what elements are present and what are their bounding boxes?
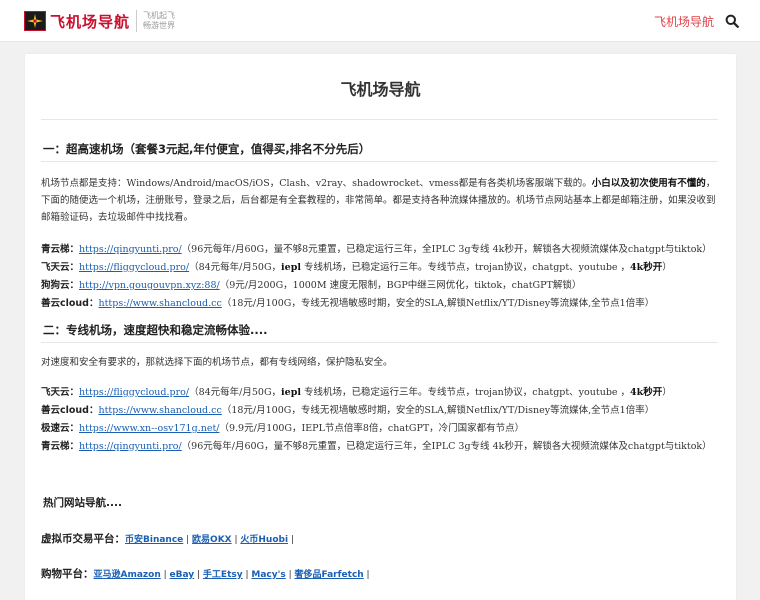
shopping-platforms: 购物平台：亚马逊Amazon | eBay | 手工Etsy | Macy's … [41, 568, 370, 580]
airport-desc: （96元每年/月60G，量不够8元重置，已稳定运行三年，全IPLC 3g专线 4… [181, 244, 712, 255]
section1-text-bold: 小白以及初次使用有不懂的 [591, 178, 706, 189]
link-binance[interactable]: 币安Binance [125, 535, 183, 545]
airport-desc: ） [662, 262, 672, 273]
airport-link[interactable]: https://fliggycloud.pro/ [79, 387, 189, 398]
airport-desc: 专线机场，已稳定运行三年。专线节点，trojan协议，chatgpt、youtu… [300, 262, 631, 273]
airport-link[interactable]: https://www.shancloud.cc [98, 298, 221, 309]
section1-description: 机场节点都是支持：Windows/Android/macOS/iOS，Clash… [41, 175, 721, 226]
page-title: 飞机场导航 [340, 80, 421, 99]
crypto-platforms: 虚拟币交易平台：币安Binance | 欧易OKX | 火币Huobi | [41, 533, 294, 545]
section1-text-a: 机场节点都是支持：Windows/Android/macOS/iOS，Clash… [41, 178, 592, 189]
logo-tagline-line2: 畅游世界 [143, 21, 176, 30]
divider [41, 119, 718, 120]
link-etsy[interactable]: 手工Etsy [203, 570, 243, 580]
link-farfetch[interactable]: 奢侈品Farfetch [294, 570, 363, 580]
plane-logo-icon [24, 11, 46, 31]
airport-name: 善云cloud： [41, 298, 99, 309]
section1-heading: 一：超高速机场（套餐3元起,年付便宜，值得买,排名不分先后） [43, 142, 371, 156]
airport-desc: （9.9元/月100G，IEPL节点倍率8倍，chatGPT，冷门国家都有节点） [219, 423, 525, 434]
airport-desc: 专线机场，已稳定运行三年。专线节点，trojan协议，chatgpt、youtu… [300, 387, 631, 398]
link-amazon[interactable]: 亚马逊Amazon [94, 570, 161, 580]
logo-tagline-line1: 飞机起飞 [143, 11, 176, 20]
airport-desc-bold: iepl [281, 262, 301, 273]
logo-tagline: 飞机起飞 畅游世界 [143, 11, 175, 31]
link-macys[interactable]: Macy's [251, 570, 285, 580]
airport-name: 青云梯： [41, 441, 80, 452]
section3-heading: 热门网站导航.... [43, 497, 122, 509]
section2-description: 对速度和安全有要求的，那就选择下面的机场节点，都有专线网络，保护隐私安全。 [41, 357, 393, 368]
search-icon[interactable] [725, 14, 739, 28]
logo-title: 飞机场导航 [50, 12, 131, 31]
content-card: 飞机场导航 一：超高速机场（套餐3元起,年付便宜，值得买,排名不分先后） 机场节… [25, 54, 736, 600]
site-logo[interactable]: 飞机场导航 飞机起飞 畅游世界 [24, 10, 175, 32]
airport-desc: ） [662, 387, 672, 398]
airport-desc-bold: iepl [281, 387, 301, 398]
airport-desc: （84元每年/月50G， [189, 387, 282, 398]
list-item: 青云梯：https://qingyunti.pro/（96元每年/月60G，量不… [41, 241, 731, 255]
airport-name: 极速云： [41, 423, 80, 434]
divider [41, 161, 718, 162]
list-item: 飞天云：https://fliggycloud.pro/（84元每年/月50G，… [41, 259, 731, 273]
nav-link-home[interactable]: 飞机场导航 [654, 13, 714, 30]
airport-desc: （96元每年/月60G，量不够8元重置，已稳定运行三年，全IPLC 3g专线 4… [181, 441, 712, 452]
airport-link[interactable]: https://qingyunti.pro/ [79, 244, 182, 255]
airport-desc: （84元每年/月50G， [189, 262, 282, 273]
logo-divider [136, 10, 138, 32]
list-item: 青云梯：https://qingyunti.pro/（96元每年/月60G，量不… [41, 438, 731, 452]
list-item: 极速云：https://www.xn--osv171g.net/（9.9元/月1… [41, 420, 731, 434]
airport-name: 飞天云： [41, 262, 80, 273]
crypto-label: 虚拟币交易平台： [41, 533, 125, 545]
airport-link[interactable]: https://fliggycloud.pro/ [79, 262, 189, 273]
link-okx[interactable]: 欧易OKX [192, 535, 232, 545]
airport-link[interactable]: https://www.shancloud.cc [98, 405, 221, 416]
link-huobi[interactable]: 火币Huobi [240, 535, 288, 545]
link-ebay[interactable]: eBay [170, 570, 195, 580]
list-item: 善云cloud：https://www.shancloud.cc（18元/月10… [41, 295, 731, 309]
airport-desc-bold: 4k秒开 [630, 262, 663, 273]
airport-link[interactable]: http://vpn.gougouvpn.xyz:88/ [79, 280, 220, 291]
list-item: 善云cloud：https://www.shancloud.cc（18元/月10… [41, 402, 731, 416]
airport-name: 狗狗云： [41, 280, 80, 291]
airport-name: 飞天云： [41, 387, 80, 398]
airport-link[interactable]: https://www.xn--osv171g.net/ [79, 423, 219, 434]
airport-desc: （9元/月200G，1000M 速度无限制，BGP中继三网优化，tiktok，c… [219, 280, 582, 291]
list-item: 飞天云：https://fliggycloud.pro/（84元每年/月50G，… [41, 384, 731, 398]
divider [41, 342, 718, 343]
airport-name: 善云cloud： [41, 405, 99, 416]
airport-name: 青云梯： [41, 244, 80, 255]
list-item: 狗狗云：http://vpn.gougouvpn.xyz:88/（9元/月200… [41, 277, 731, 291]
airport-desc: （18元/月100G，专线无视墙敏感时期，安全的SLA,解锁Netflix/YT… [221, 405, 655, 416]
airport-desc-bold: 4k秒开 [630, 387, 663, 398]
airport-link[interactable]: https://qingyunti.pro/ [79, 441, 182, 452]
shop-label: 购物平台： [41, 568, 94, 580]
section2-heading: 二：专线机场，速度超快和稳定流畅体验.... [43, 323, 268, 337]
top-navbar: 飞机场导航 飞机起飞 畅游世界 飞机场导航 [0, 0, 760, 42]
airport-desc: （18元/月100G，专线无视墙敏感时期，安全的SLA,解锁Netflix/YT… [221, 298, 655, 309]
